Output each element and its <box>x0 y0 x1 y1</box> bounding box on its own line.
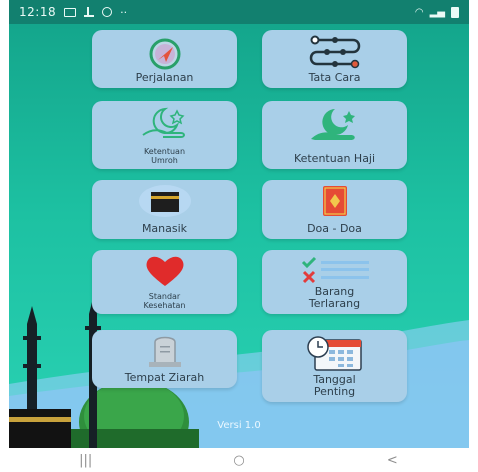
standar-kesehatan-button[interactable]: Standar Kesehatan <box>92 250 237 314</box>
grave-icon <box>148 336 181 367</box>
kaaba-icon <box>138 185 191 217</box>
tata-cara-button[interactable]: Tata Cara <box>262 30 407 88</box>
status-bar: 12:18 ·· ◠ ▂▄ <box>9 0 469 24</box>
compass-icon <box>149 38 180 70</box>
main-menu-screen: Perjalanan Tata Cara Ketentuan Umroh Ket… <box>9 24 469 448</box>
ketentuan-haji-label: Ketentuan Haji <box>293 152 376 165</box>
quran-book-icon <box>322 186 347 216</box>
tanggal-penting-button[interactable]: Tanggal Penting <box>262 330 407 402</box>
ketentuan-haji-button[interactable]: Ketentuan Haji <box>262 101 407 169</box>
steps-path-icon <box>309 35 360 69</box>
home-button[interactable]: ○ <box>219 453 259 468</box>
manasik-label: Manasik <box>141 222 188 235</box>
tempat-ziarah-label: Tempat Ziarah <box>124 371 205 384</box>
more-dots-icon: ·· <box>120 5 128 19</box>
wifi-icon: ◠ <box>414 6 424 18</box>
crescent-hand-icon <box>141 107 185 138</box>
standar-kesehatan-label-1: Standar <box>148 292 181 301</box>
tanggal-penting-label-2: Penting <box>313 385 356 398</box>
system-nav-bar: ||| ○ < <box>9 448 469 472</box>
phone-screen: 12:18 ·· ◠ ▂▄ Perjalanan Tata Cara Keten… <box>9 0 469 472</box>
doa-doa-button[interactable]: Doa - Doa <box>262 180 407 239</box>
upload-icon <box>84 7 95 17</box>
crescent-hand-icon <box>310 109 355 140</box>
calendar-clock-icon <box>306 336 362 371</box>
doa-doa-label: Doa - Doa <box>307 222 362 235</box>
manasik-button[interactable]: Manasik <box>92 180 237 239</box>
perjalanan-label: Perjalanan <box>135 71 194 84</box>
checklist-icon <box>301 256 369 284</box>
perjalanan-button[interactable]: Perjalanan <box>92 30 237 88</box>
barang-terlarang-button[interactable]: Barang Terlarang <box>262 250 407 314</box>
tempat-ziarah-button[interactable]: Tempat Ziarah <box>92 330 237 388</box>
ketentuan-umroh-button[interactable]: Ketentuan Umroh <box>92 101 237 169</box>
recent-apps-button[interactable]: ||| <box>66 453 106 468</box>
at-icon <box>102 7 113 17</box>
ketentuan-umroh-label-1: Ketentuan <box>143 147 186 156</box>
standar-kesehatan-label-2: Kesehatan <box>143 301 186 310</box>
barang-terlarang-label-2: Terlarang <box>308 297 361 310</box>
heart-icon <box>146 256 183 286</box>
version-text: Versi 1.0 <box>217 420 261 431</box>
battery-icon <box>451 6 459 18</box>
signal-icon: ▂▄ <box>429 6 445 18</box>
status-time: 12:18 <box>19 5 57 19</box>
image-icon <box>64 7 77 17</box>
ketentuan-umroh-label-2: Umroh <box>151 156 178 165</box>
back-button[interactable]: < <box>372 453 412 468</box>
tata-cara-label: Tata Cara <box>308 71 361 84</box>
